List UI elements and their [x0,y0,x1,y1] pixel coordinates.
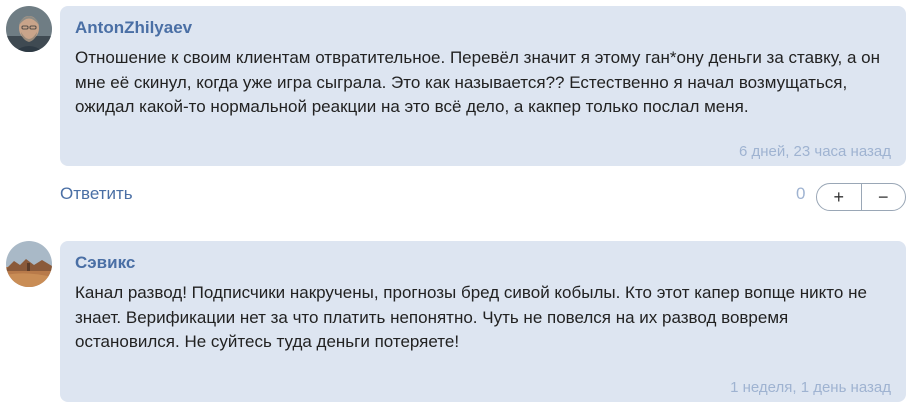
man-portrait-avatar [6,6,52,52]
comment-timestamp[interactable]: 1 неделя, 1 день назад [730,379,891,396]
avatar[interactable] [6,241,52,287]
upvote-button[interactable]: + [817,184,861,210]
comment-author[interactable]: Сэвикс [75,253,135,273]
comment-timestamp[interactable]: 6 дней, 23 часа назад [739,143,891,160]
comment-text: Отношение к своим клиентам отвратительно… [75,48,880,116]
reply-button[interactable]: Ответить [60,184,133,204]
comment-author[interactable]: AntonZhilyaev [75,18,192,38]
comment-text: Канал развод! Подписчики накручены, прог… [75,283,867,351]
vote-controls: + − [816,183,906,211]
desert-landscape-avatar [6,241,52,287]
comment-bubble: Сэвикс Канал развод! Подписчики накручен… [60,241,906,402]
comment-bubble: AntonZhilyaev Отношение к своим клиентам… [60,6,906,166]
avatar[interactable] [6,6,52,52]
downvote-button[interactable]: − [860,184,906,210]
vote-score: 0 [796,184,806,203]
